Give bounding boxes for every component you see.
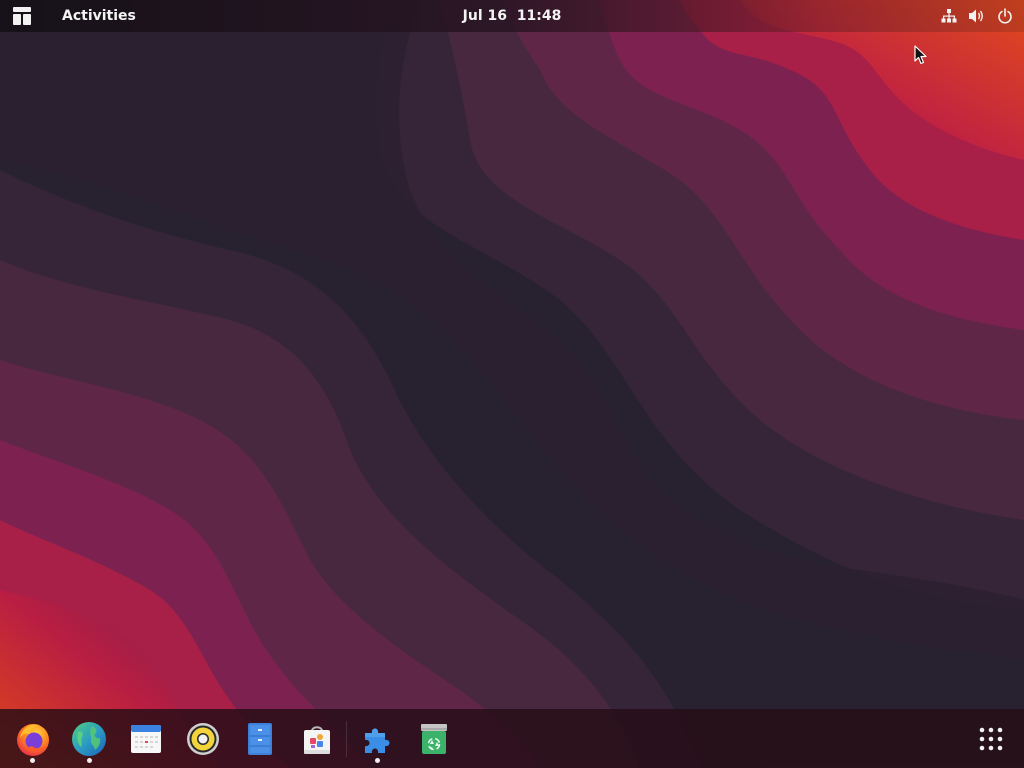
clock-date: Jul 16 <box>462 8 507 24</box>
app-grid-icon <box>979 727 1003 751</box>
dock <box>0 709 1024 768</box>
workspace-layout-icon <box>13 7 31 25</box>
volume-icon <box>968 7 986 25</box>
top-bar: Activities Jul 16 11:48 <box>0 0 1024 32</box>
dock-item-software[interactable] <box>297 719 337 759</box>
system-menu[interactable] <box>940 0 1014 32</box>
desktop-wallpaper <box>0 0 1024 768</box>
puzzle-piece-icon <box>365 728 390 753</box>
speaker-icon <box>187 723 219 755</box>
power-icon <box>996 7 1014 25</box>
dock-item-web[interactable] <box>69 719 109 759</box>
running-indicator <box>375 758 380 763</box>
file-cabinet-icon <box>248 723 272 755</box>
shopping-bag-icon <box>304 726 330 754</box>
dock-item-calendar[interactable] <box>126 719 166 759</box>
dock-item-trash[interactable] <box>414 719 454 759</box>
dock-separator <box>346 721 347 757</box>
dock-item-files[interactable] <box>240 719 280 759</box>
firefox-icon <box>17 724 49 756</box>
recycle-bin-icon <box>421 724 447 754</box>
clock-button[interactable]: Jul 16 11:48 <box>460 0 564 32</box>
activities-label: Activities <box>62 8 136 24</box>
mouse-pointer-icon <box>914 45 927 65</box>
globe-icon <box>72 722 106 756</box>
show-apps-button[interactable] <box>971 719 1011 759</box>
network-wired-icon <box>940 7 958 25</box>
clock-time: 11:48 <box>516 8 562 24</box>
running-indicator <box>87 758 92 763</box>
dock-item-firefox[interactable] <box>13 719 53 759</box>
activities-button[interactable]: Activities <box>50 0 148 32</box>
calendar-icon <box>131 725 161 753</box>
workspace-layout-button[interactable] <box>6 0 38 32</box>
dock-item-music[interactable] <box>183 719 223 759</box>
dock-item-extensions[interactable] <box>357 719 397 759</box>
running-indicator <box>30 758 35 763</box>
